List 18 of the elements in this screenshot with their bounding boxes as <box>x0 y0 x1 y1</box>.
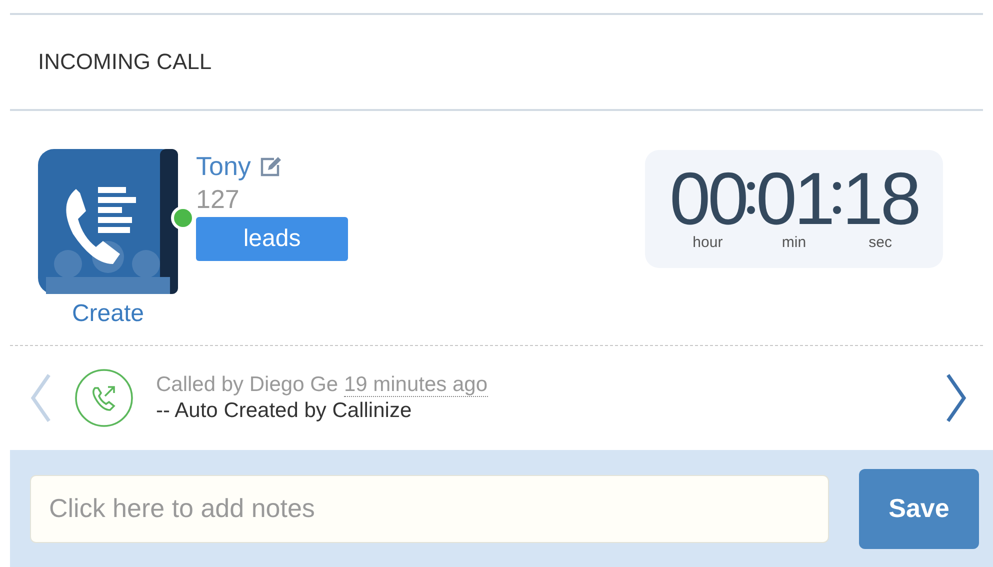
edit-icon[interactable] <box>258 156 281 178</box>
save-button[interactable]: Save <box>859 468 979 548</box>
caller-name[interactable]: Tony <box>196 151 251 182</box>
timer-unit: min <box>782 234 806 251</box>
contact-app-icon[interactable] <box>38 149 178 294</box>
caller-number: 127 <box>196 184 240 215</box>
timer-unit: hour <box>692 234 723 251</box>
activity-text: Called by Diego Ge 19 minutes ago <box>156 373 489 397</box>
timer-value: 18 <box>842 164 918 234</box>
phone-call-icon <box>74 368 134 428</box>
create-link[interactable]: Create <box>72 300 144 328</box>
panel-title: INCOMING CALL <box>38 49 212 75</box>
notes-field[interactable]: Click here to add notes <box>30 474 829 542</box>
lead-tag: leads <box>196 217 348 261</box>
timer-unit: sec <box>868 234 892 251</box>
activity-note: -- Auto Created by Callinize <box>156 399 413 423</box>
timer-value: 01 <box>756 164 832 234</box>
timer-value: 00 <box>670 164 746 234</box>
